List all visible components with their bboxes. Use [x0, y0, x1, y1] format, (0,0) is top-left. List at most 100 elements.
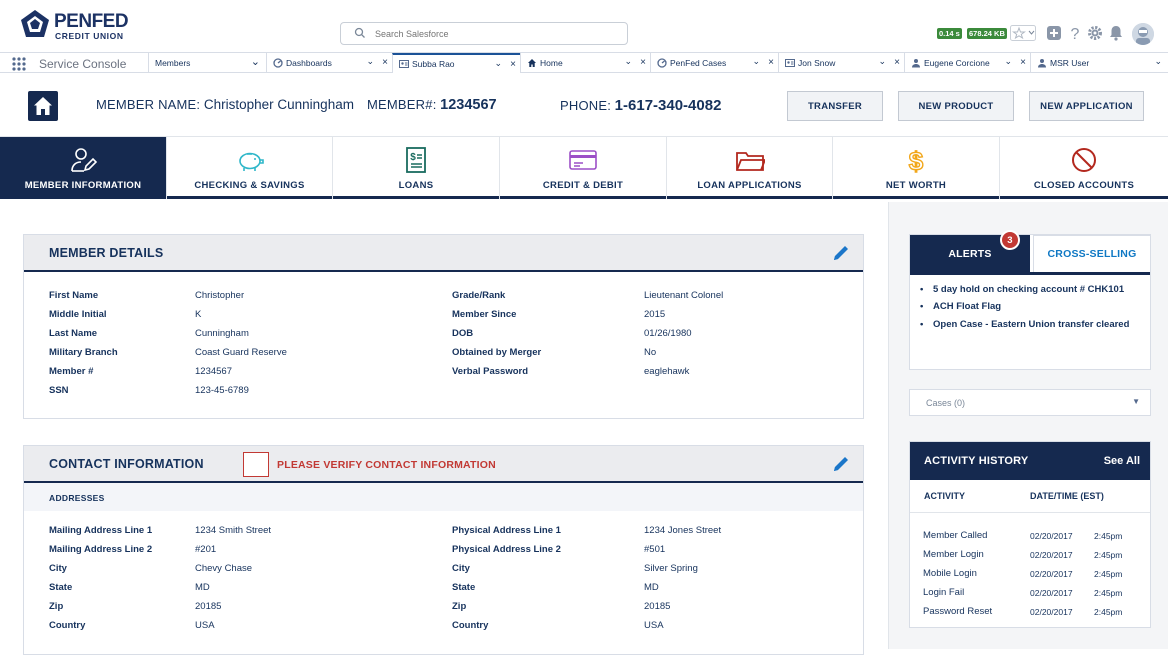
- close-icon[interactable]: ×: [894, 57, 900, 68]
- dashboard-icon: [273, 58, 283, 68]
- tab-cross-selling[interactable]: CROSS-SELLING: [1033, 235, 1151, 272]
- nav-label: CREDIT & DEBIT: [542, 180, 624, 191]
- chevron-down-icon[interactable]: ⌄: [1004, 56, 1012, 67]
- address-label: Mailing Address Line 1: [49, 525, 153, 536]
- activity-name[interactable]: Login Fail: [923, 587, 964, 598]
- tab-dashboards[interactable]: Dashboards ⌄ ×: [266, 53, 392, 73]
- chevron-down-icon[interactable]: ⌄: [1154, 56, 1162, 67]
- tab-penfed-cases[interactable]: PenFed Cases ⌄ ×: [650, 53, 778, 73]
- nav-net-worth[interactable]: $ NET WORTH: [833, 137, 1000, 199]
- transfer-button[interactable]: TRANSFER: [787, 91, 883, 121]
- edit-pencil-icon[interactable]: [831, 454, 851, 474]
- verify-contact-warning: PLEASE VERIFY CONTACT INFORMATION: [277, 459, 496, 471]
- activity-name[interactable]: Mobile Login: [923, 568, 977, 579]
- alerts-count-badge: 3: [1000, 230, 1020, 250]
- right-sidebar: ALERTS 3 CROSS-SELLING 5 day hold on che…: [888, 202, 1168, 649]
- verify-checkbox[interactable]: [243, 452, 269, 477]
- close-icon[interactable]: ×: [510, 59, 516, 70]
- address-value: #501: [644, 544, 666, 555]
- help-icon[interactable]: ?: [1066, 24, 1084, 42]
- nav-label: CHECKING & SAVINGS: [194, 180, 305, 191]
- chevron-down-icon[interactable]: ⌄: [878, 56, 886, 67]
- piggy-bank-icon: [238, 152, 264, 171]
- tab-subba-rao[interactable]: Subba Rao ⌄ ×: [392, 53, 520, 73]
- alert-item[interactable]: 5 day hold on checking account # CHK101: [920, 284, 1124, 295]
- detail-label: Member Since: [452, 309, 517, 320]
- tab-label: Jon Snow: [798, 58, 836, 68]
- person-icon: [1038, 59, 1046, 68]
- detail-label: Middle Initial: [49, 309, 107, 320]
- close-icon[interactable]: ×: [640, 57, 646, 68]
- see-all-link[interactable]: See All: [1104, 455, 1140, 467]
- column-header-activity: ACTIVITY: [924, 491, 966, 501]
- chevron-down-icon[interactable]: ⌄: [251, 55, 260, 68]
- chevron-down-icon[interactable]: ⌄: [494, 58, 502, 69]
- activity-name[interactable]: Password Reset: [923, 606, 992, 617]
- credit-card-icon: [569, 150, 597, 170]
- alert-item[interactable]: ACH Float Flag: [920, 301, 1001, 312]
- nav-label: LOANS: [398, 180, 434, 191]
- app-launcher[interactable]: Service Console: [12, 55, 126, 72]
- alerts-panel: ALERTS 3 CROSS-SELLING 5 day hold on che…: [909, 230, 1151, 370]
- tab-eugene-corcione[interactable]: Eugene Corcione ⌄ ×: [904, 53, 1030, 73]
- address-label: Zip: [49, 601, 64, 612]
- tab-label: Dashboards: [286, 58, 332, 68]
- nav-loans[interactable]: $ LOANS: [333, 137, 500, 199]
- contact-card-icon: [785, 59, 795, 67]
- new-product-button[interactable]: NEW PRODUCT: [898, 91, 1014, 121]
- addresses-label: ADDRESSES: [49, 493, 105, 503]
- cases-dropdown[interactable]: Cases (0) ▼: [909, 389, 1151, 416]
- column-header-datetime: DATE/TIME (EST): [1030, 491, 1104, 501]
- tab-msr-user[interactable]: MSR User ⌄: [1030, 53, 1168, 73]
- add-icon[interactable]: [1045, 24, 1063, 42]
- close-icon[interactable]: ×: [1020, 57, 1026, 68]
- address-label: Physical Address Line 2: [452, 544, 561, 555]
- gear-icon[interactable]: [1086, 24, 1104, 42]
- svg-text:$: $: [410, 152, 416, 163]
- brand-subtitle: CREDIT UNION: [55, 31, 124, 41]
- favorites-star-icon[interactable]: [1010, 25, 1036, 41]
- address-value: Chevy Chase: [195, 563, 253, 574]
- close-icon[interactable]: ×: [382, 57, 388, 68]
- search-input[interactable]: [375, 26, 615, 42]
- new-application-button[interactable]: NEW APPLICATION: [1029, 91, 1144, 121]
- activity-time: 2:45pm: [1094, 569, 1123, 579]
- activity-date: 02/20/2017: [1030, 588, 1073, 598]
- home-button[interactable]: [28, 91, 58, 121]
- address-value: MD: [195, 582, 210, 593]
- tab-home[interactable]: Home ⌄ ×: [520, 53, 650, 73]
- global-search[interactable]: [340, 22, 628, 45]
- member-name: MEMBER NAME: Christopher Cunningham: [96, 97, 354, 112]
- address-label: Zip: [452, 601, 467, 612]
- category-nav: MEMBER INFORMATION CHECKING & SAVINGS $ …: [0, 137, 1168, 199]
- chevron-down-icon[interactable]: ⌄: [624, 56, 632, 67]
- detail-value: Coast Guard Reserve: [195, 347, 287, 358]
- nav-closed-accounts[interactable]: CLOSED ACCOUNTS: [1000, 137, 1168, 199]
- detail-label: Military Branch: [49, 347, 118, 358]
- notification-bell-icon[interactable]: [1107, 24, 1125, 42]
- detail-value: 2015: [644, 309, 666, 320]
- nav-checking-savings[interactable]: CHECKING & SAVINGS: [167, 137, 333, 199]
- chevron-down-icon[interactable]: ⌄: [752, 56, 760, 67]
- nav-credit-debit[interactable]: CREDIT & DEBIT: [500, 137, 667, 199]
- chevron-down-icon[interactable]: ⌄: [366, 56, 374, 67]
- activity-date: 02/20/2017: [1030, 550, 1073, 560]
- address-value: 20185: [195, 601, 222, 612]
- activity-name[interactable]: Member Called: [923, 530, 987, 541]
- address-label: Country: [452, 620, 489, 631]
- tab-alerts[interactable]: ALERTS 3: [910, 230, 1030, 272]
- close-icon[interactable]: ×: [768, 57, 774, 68]
- alert-item[interactable]: Open Case - Eastern Union transfer clear…: [920, 319, 1129, 330]
- tab-jon-snow[interactable]: Jon Snow ⌄ ×: [778, 53, 904, 73]
- activity-name[interactable]: Member Login: [923, 549, 984, 560]
- user-avatar[interactable]: [1132, 23, 1154, 45]
- tab-members[interactable]: Members ⌄: [148, 53, 266, 73]
- app-launcher-grid-icon[interactable]: [12, 56, 26, 71]
- penfed-logo[interactable]: PENFED CREDIT UNION: [20, 9, 140, 41]
- nav-member-information[interactable]: MEMBER INFORMATION: [0, 137, 167, 199]
- address-value: #201: [195, 544, 217, 555]
- edit-pencil-icon[interactable]: [831, 243, 851, 263]
- nav-loan-applications[interactable]: LOAN APPLICATIONS: [667, 137, 833, 199]
- detail-value: 123-45-6789: [195, 385, 249, 396]
- activity-time: 2:45pm: [1094, 550, 1123, 560]
